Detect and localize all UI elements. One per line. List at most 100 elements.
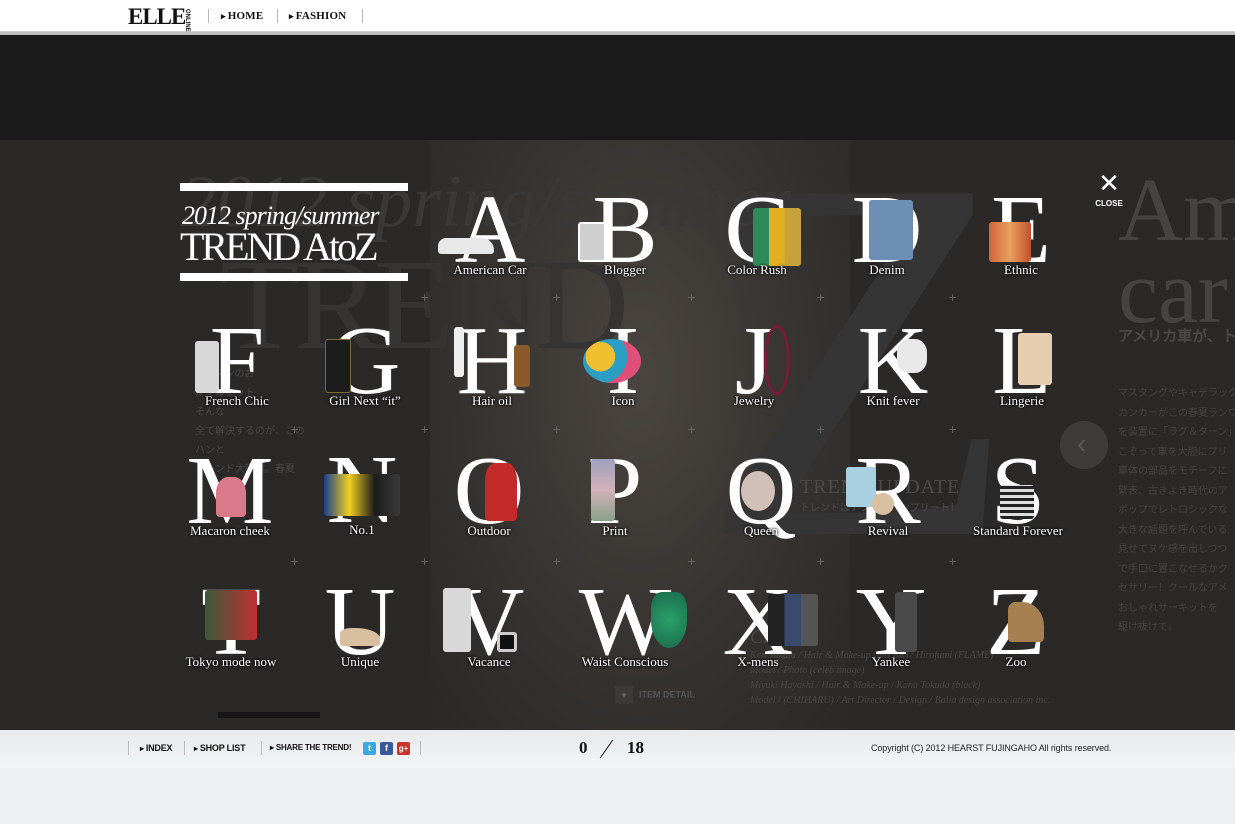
letter-tile-h[interactable]: H Hair oil [422, 311, 562, 436]
letter-tile-z[interactable]: Z Zoo [946, 572, 1086, 697]
letter-tile-d[interactable]: D Denim [817, 180, 957, 305]
right-body-line: 繁表、古きよき時代のア [1118, 485, 1228, 497]
letter-tile-n[interactable]: N No.1 [292, 440, 432, 565]
blogger-thumbnail [578, 222, 606, 262]
nav-fashion-link[interactable]: FASHION [289, 10, 347, 22]
vacance-compact-thumbnail [497, 632, 517, 652]
twitter-icon[interactable]: t [363, 742, 376, 755]
letter-tile-w[interactable]: W Waist Conscious [555, 572, 695, 697]
letter-tile-v[interactable]: V Vacance [419, 572, 559, 697]
letter-caption: Ethnic [1004, 262, 1038, 277]
footer-shoplist-link[interactable]: SHOP LIST [194, 743, 246, 753]
close-icon: ✕ [1098, 168, 1120, 198]
divider [261, 741, 262, 755]
letter-tile-g[interactable]: G Girl Next “it” [295, 311, 435, 436]
divider [362, 9, 363, 23]
nav-home-link[interactable]: HOME [221, 10, 263, 22]
footer-share-label: SHARE THE TREND! [270, 743, 352, 752]
letter-tile-f[interactable]: F French Chic [167, 311, 307, 436]
icon-bird-thumbnail [583, 339, 641, 383]
divider [184, 741, 185, 755]
letter-tile-k[interactable]: K Knit fever [823, 311, 963, 436]
no1-thumbnail [324, 474, 400, 516]
elle-logo[interactable]: ELLE ONLINE [128, 4, 190, 32]
letter-tile-r[interactable]: R Revival [818, 441, 958, 566]
unique-shoes-thumbnail [340, 628, 380, 646]
copyright-text: Copyright (C) 2012 HEARST FUJINGAHO All … [871, 743, 1112, 753]
letter-tile-y[interactable]: Y Yankee [821, 572, 961, 697]
trend-a-to-z-title: 2012 spring/summer TREND AtoZ [180, 183, 408, 281]
background-right-jp-title: アメリカ車が、トレンドを提走 [1118, 328, 1235, 345]
letter-caption: Hair oil [471, 393, 513, 408]
letter-caption: Tokyo mode now [185, 654, 277, 669]
close-label: CLOSE [1095, 199, 1123, 208]
letter-tile-s[interactable]: S Standard Forever [948, 441, 1088, 566]
close-button[interactable]: ✕ CLOSE [1093, 170, 1125, 212]
letter-caption: Revival [867, 523, 909, 538]
divider [420, 741, 421, 755]
letter-caption: Unique [340, 654, 380, 669]
title-main: TREND AtoZ [180, 224, 379, 269]
car-thumbnail [438, 238, 494, 254]
tokyo-mode-thumbnail [205, 590, 257, 640]
right-body-line: カンカーがこの春夏ランウ [1118, 407, 1235, 419]
logo-text: ELLE [128, 4, 186, 29]
color-rush-thumbnail [753, 208, 801, 266]
letter-tile-o[interactable]: O Outdoor [419, 441, 559, 566]
denim-thumbnail [869, 200, 913, 260]
page-bottom-area [0, 768, 1235, 824]
divider [277, 9, 278, 23]
letter-caption: Vacance [467, 654, 511, 669]
letter-caption: Blogger [604, 262, 646, 277]
letter-tile-b[interactable]: B Blogger [555, 180, 695, 305]
letter-tile-u[interactable]: U Unique [290, 572, 430, 697]
hair-oil-bottle-thumbnail [514, 345, 530, 387]
background-right-body: マスタングやキャデラック カンカーがこの春夏ランウ を装置に「ラグ＆ターン」 こ… [1118, 384, 1235, 638]
letter-tile-e[interactable]: E Ethnic [951, 180, 1091, 305]
letter-caption: Icon [611, 393, 635, 408]
letter-caption: Knit fever [866, 393, 920, 408]
right-body-line: 見せてヌケ感を出しつつ [1118, 544, 1228, 555]
jewelry-necklace-thumbnail [764, 325, 790, 395]
facebook-icon[interactable]: f [380, 742, 393, 755]
right-body-line: セサリー！クールなアメ [1118, 583, 1228, 594]
top-bar: ELLEONLINE HOME FASHION [0, 0, 1235, 32]
letter-tile-c[interactable]: C Color Rush [687, 180, 827, 305]
right-body-line: 駆け抜けて。 [1118, 622, 1178, 633]
right-body-line: ポップでレトロシックな [1118, 505, 1228, 516]
girl-next-it-thumbnail [325, 339, 351, 393]
lingerie-thumbnail [1018, 333, 1052, 385]
right-body-line: マスタングやキャデラック [1118, 388, 1235, 399]
letter-caption: Outdoor [467, 523, 511, 538]
letter-tile-t[interactable]: T Tokyo mode now [161, 572, 301, 697]
standard-bag-thumbnail [1000, 485, 1034, 519]
letter-tile-l[interactable]: L Lingerie [952, 311, 1092, 436]
letter-tile-j[interactable]: J Jewelry [684, 311, 824, 436]
footer-bar: INDEX SHOP LIST SHARE THE TREND! t f g+ … [0, 730, 1235, 768]
french-chic-thumbnail [195, 341, 219, 393]
letter-caption: French Chic [205, 393, 269, 408]
letter-tile-x[interactable]: X X-mens [688, 572, 828, 697]
letter-tile-q[interactable]: Q Queen [691, 441, 831, 566]
letter-caption: Standard Forever [973, 523, 1063, 538]
waist-dress-thumbnail [651, 592, 687, 648]
letter-tile-a[interactable]: A American Car [420, 180, 560, 305]
right-body-line: 大きな話題を呼んでいる [1118, 524, 1228, 536]
vacance-bottle-thumbnail [443, 588, 471, 652]
letter-caption: Girl Next “it” [329, 393, 401, 408]
hair-oil-bottle-thumbnail [454, 327, 464, 377]
page-total: 18 [627, 738, 644, 757]
background-right-heading: American car [1118, 161, 1235, 342]
knit-thumbnail [897, 339, 927, 373]
letter-caption: Macaron cheek [190, 523, 270, 538]
letter-tile-p[interactable]: P Print [545, 441, 685, 566]
footer-index-link[interactable]: INDEX [140, 743, 173, 753]
outdoor-thumbnail [485, 463, 517, 521]
googleplus-icon[interactable]: g+ [397, 742, 410, 755]
letter-tile-m[interactable]: M Macaron cheek [160, 441, 300, 566]
letter-caption: American Car [453, 262, 527, 277]
letter-tile-i[interactable]: I Icon [553, 311, 693, 436]
right-body-line: で手口に置こなせるかク [1118, 563, 1228, 575]
right-body-line: おしゃれサーキットを [1118, 602, 1218, 614]
ethnic-thumbnail [989, 222, 1031, 262]
